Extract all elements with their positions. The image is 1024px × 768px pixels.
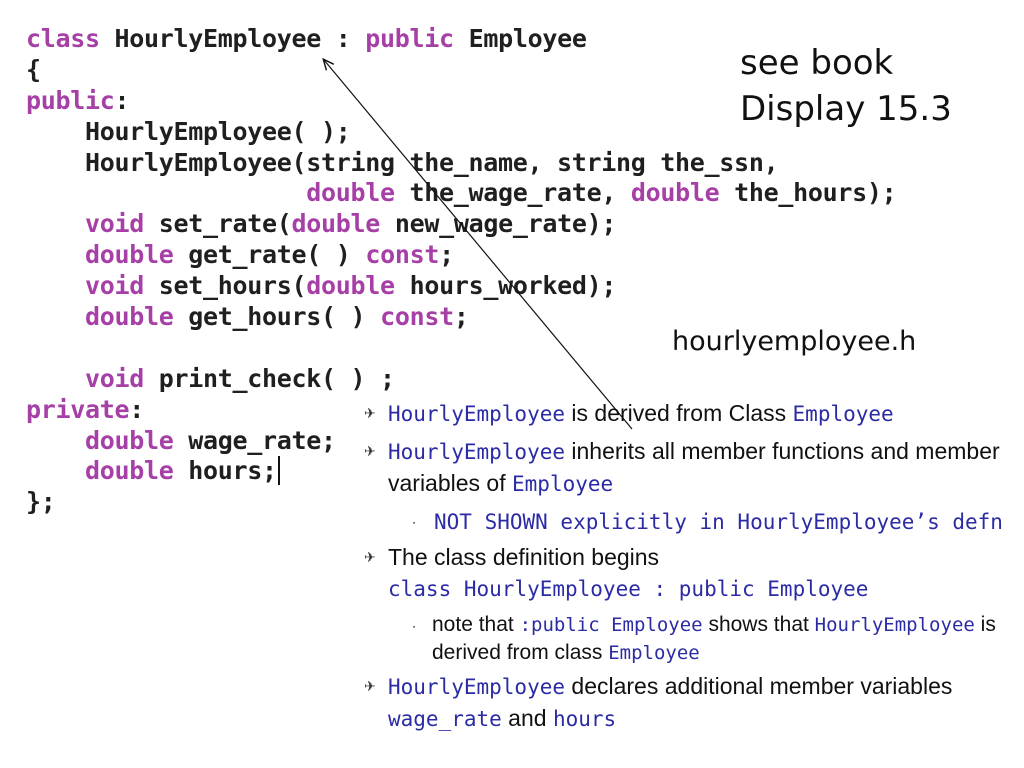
arrow-line	[324, 60, 633, 430]
pointer-arrow	[0, 0, 633, 430]
